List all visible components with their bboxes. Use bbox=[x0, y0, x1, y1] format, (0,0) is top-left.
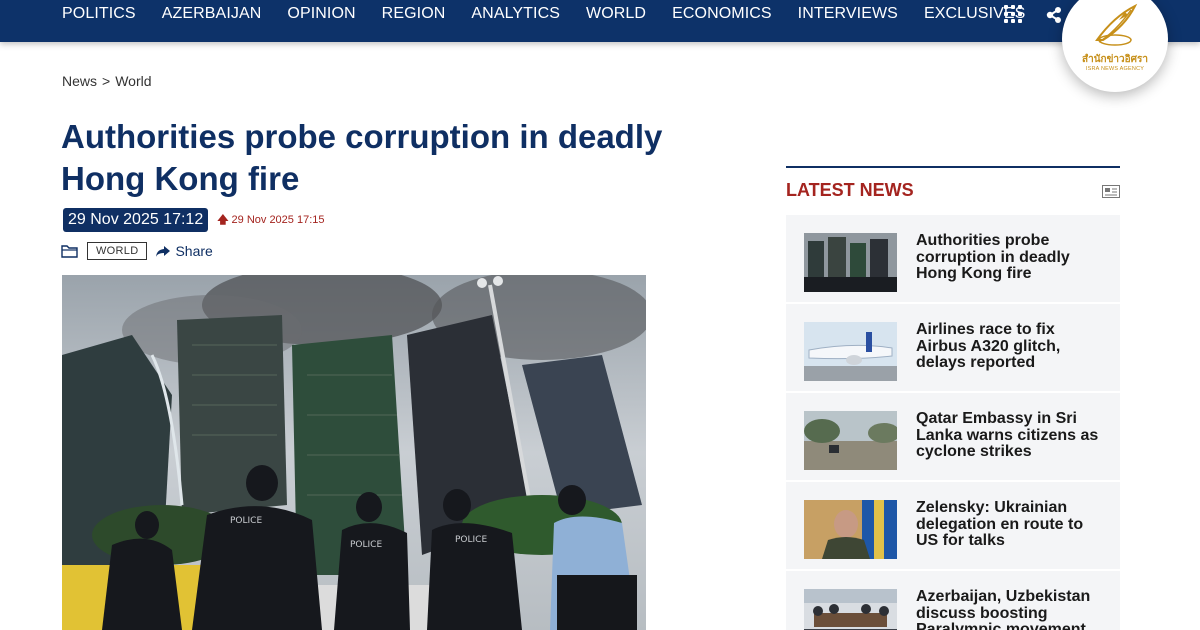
share-button[interactable]: Share bbox=[155, 243, 213, 259]
article-hero-image[interactable]: POLICE POLICE POLICE bbox=[62, 275, 646, 630]
share-arrow-icon bbox=[156, 245, 171, 257]
news-item[interactable]: Zelensky: Ukrainian delegation en route … bbox=[786, 482, 1120, 569]
breadcrumb-separator: > bbox=[102, 73, 111, 89]
quill-logo-icon bbox=[1095, 3, 1138, 46]
brand-logo-badge[interactable]: สำนักข่าวอิศรา ISRA NEWS AGENCY bbox=[1062, 0, 1168, 92]
news-item[interactable]: Qatar Embassy in Sri Lanka warns citizen… bbox=[786, 393, 1120, 480]
article-meta: 29 Nov 2025 17:12 🡅 29 Nov 2025 17:15 bbox=[63, 208, 325, 232]
news-thumbnail[interactable] bbox=[804, 589, 897, 630]
breadcrumb-news[interactable]: News bbox=[62, 73, 97, 89]
brand-name-english: ISRA NEWS AGENCY bbox=[1085, 66, 1145, 72]
article-tags: WORLD Share bbox=[61, 242, 213, 260]
nav-item-economics[interactable]: ECONOMICS bbox=[672, 5, 772, 23]
svg-text:POLICE: POLICE bbox=[230, 516, 262, 526]
latest-news-rule bbox=[786, 166, 1120, 168]
latest-news-title[interactable]: LATEST NEWS bbox=[786, 180, 914, 201]
svg-text:POLICE: POLICE bbox=[455, 535, 487, 545]
category-tag[interactable]: WORLD bbox=[87, 242, 148, 260]
news-item-title[interactable]: Azerbaijan, Uzbekistan discuss boosting … bbox=[916, 588, 1106, 630]
news-item[interactable]: Airlines race to fix Airbus A320 glitch,… bbox=[786, 304, 1120, 391]
news-item-title[interactable]: Authorities probe corruption in deadly H… bbox=[916, 232, 1106, 283]
svg-text:POLICE: POLICE bbox=[350, 540, 382, 550]
folder-icon bbox=[61, 245, 78, 258]
news-item-title[interactable]: Airlines race to fix Airbus A320 glitch,… bbox=[916, 321, 1106, 372]
arrow-up-icon: 🡅 bbox=[217, 213, 229, 226]
brand-name-thai: สำนักข่าวอิศรา bbox=[1081, 54, 1148, 65]
updated-time-text: 29 Nov 2025 17:15 bbox=[231, 214, 325, 226]
top-navigation-bar: POLITICS AZERBAIJAN OPINION REGION ANALY… bbox=[0, 0, 1200, 42]
news-thumbnail[interactable] bbox=[804, 322, 897, 381]
nav-item-azerbaijan[interactable]: AZERBAIJAN bbox=[162, 5, 262, 23]
news-item-title[interactable]: Qatar Embassy in Sri Lanka warns citizen… bbox=[916, 410, 1106, 461]
nav-item-analytics[interactable]: ANALYTICS bbox=[471, 5, 560, 23]
breadcrumb: News > World bbox=[62, 73, 152, 89]
share-nodes-icon[interactable] bbox=[1044, 5, 1064, 25]
latest-news-list: Authorities probe corruption in deadly H… bbox=[786, 215, 1120, 630]
news-item[interactable]: Azerbaijan, Uzbekistan discuss boosting … bbox=[786, 571, 1120, 630]
nav-item-politics[interactable]: POLITICS bbox=[62, 5, 136, 23]
newspaper-icon[interactable] bbox=[1102, 185, 1120, 198]
nav-menu: POLITICS AZERBAIJAN OPINION REGION ANALY… bbox=[62, 0, 1051, 28]
nav-item-world[interactable]: WORLD bbox=[586, 5, 646, 23]
nav-item-interviews[interactable]: INTERVIEWS bbox=[798, 5, 898, 23]
updated-time: 🡅 29 Nov 2025 17:15 bbox=[217, 211, 324, 230]
breadcrumb-world[interactable]: World bbox=[115, 73, 151, 89]
news-thumbnail[interactable] bbox=[804, 233, 897, 292]
share-label: Share bbox=[175, 243, 213, 259]
grid-menu-icon[interactable] bbox=[1004, 5, 1022, 23]
publish-date-badge: 29 Nov 2025 17:12 bbox=[63, 208, 209, 232]
article-headline: Authorities probe corruption in deadly H… bbox=[61, 118, 663, 197]
news-thumbnail[interactable] bbox=[804, 500, 897, 559]
news-item-title[interactable]: Zelensky: Ukrainian delegation en route … bbox=[916, 499, 1106, 550]
nav-item-opinion[interactable]: OPINION bbox=[287, 5, 355, 23]
news-item[interactable]: Authorities probe corruption in deadly H… bbox=[786, 215, 1120, 302]
nav-item-region[interactable]: REGION bbox=[382, 5, 446, 23]
news-thumbnail[interactable] bbox=[804, 411, 897, 470]
